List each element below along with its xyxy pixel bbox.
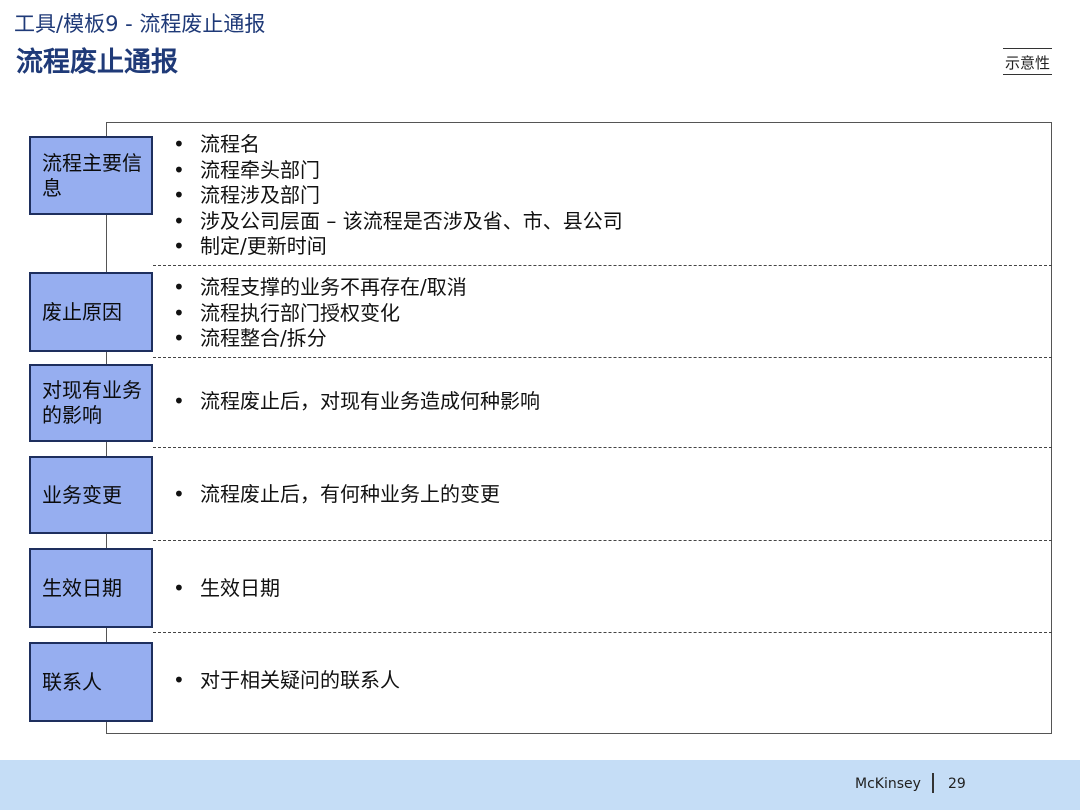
bullet-item: 涉及公司层面 – 该流程是否涉及省、市、县公司	[170, 209, 623, 235]
row-label-reason: 废止原因	[29, 272, 153, 352]
bullet-item: 流程支撑的业务不再存在/取消	[170, 275, 467, 301]
footer-separator	[932, 773, 934, 793]
row-bullets-effective-date: 生效日期	[170, 576, 280, 602]
page-title: 流程废止通报	[16, 47, 178, 78]
row-divider	[153, 447, 1052, 448]
row-bullets-business-change: 流程废止后，有何种业务上的变更	[170, 482, 500, 508]
row-label-effective-date: 生效日期	[29, 548, 153, 628]
bullet-item: 流程名	[170, 132, 623, 158]
row-label-business-change: 业务变更	[29, 456, 153, 534]
illustrative-tag: 示意性	[1002, 48, 1052, 75]
page-number: 29	[948, 776, 966, 792]
bullet-item: 生效日期	[170, 576, 280, 602]
row-divider	[153, 632, 1052, 633]
bullet-item: 制定/更新时间	[170, 234, 623, 260]
brand-name: McKinsey	[855, 776, 921, 792]
bullet-item: 流程整合/拆分	[170, 326, 467, 352]
row-label-impact: 对现有业务的影响	[29, 364, 153, 442]
bullet-item: 流程废止后，对现有业务造成何种影响	[170, 389, 540, 415]
row-divider	[153, 357, 1052, 358]
bullet-item: 流程执行部门授权变化	[170, 301, 467, 327]
bullet-item: 对于相关疑问的联系人	[170, 668, 400, 694]
row-divider	[153, 540, 1052, 541]
bullet-item: 流程牵头部门	[170, 158, 623, 184]
row-bullets-contact: 对于相关疑问的联系人	[170, 668, 400, 694]
row-label-contact: 联系人	[29, 642, 153, 722]
row-bullets-impact: 流程废止后，对现有业务造成何种影响	[170, 389, 540, 415]
row-bullets-main-info: 流程名 流程牵头部门 流程涉及部门 涉及公司层面 – 该流程是否涉及省、市、县公…	[170, 132, 623, 260]
row-bullets-reason: 流程支撑的业务不再存在/取消 流程执行部门授权变化 流程整合/拆分	[170, 275, 467, 352]
row-divider	[153, 265, 1052, 266]
breadcrumb: 工具/模板9 - 流程废止通报	[14, 12, 266, 36]
bullet-item: 流程涉及部门	[170, 183, 623, 209]
row-label-main-info: 流程主要信息	[29, 136, 153, 215]
bullet-item: 流程废止后，有何种业务上的变更	[170, 482, 500, 508]
